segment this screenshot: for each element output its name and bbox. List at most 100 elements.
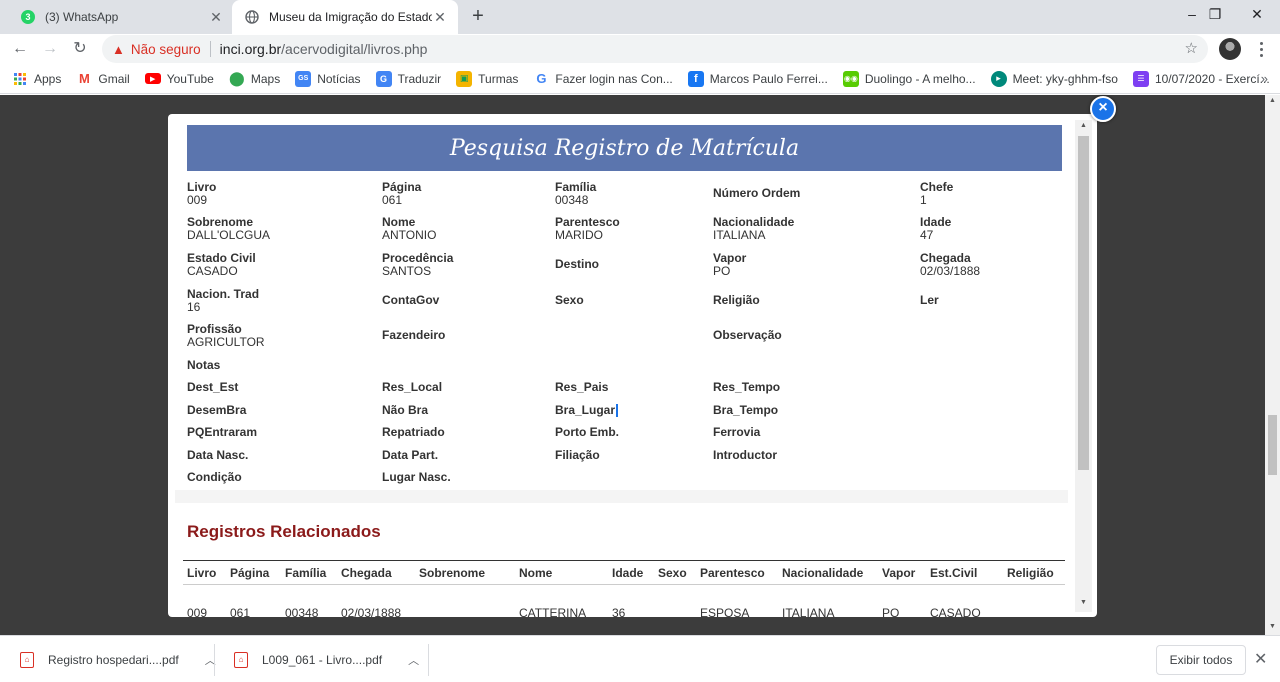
bookmark-duolingo[interactable]: ◉◉ Duolingo - A melho...: [842, 70, 976, 87]
bookmark-label: Maps: [250, 71, 281, 86]
duolingo-icon: ◉◉: [842, 70, 859, 87]
star-icon[interactable]: ☆: [1185, 39, 1198, 57]
profile-avatar[interactable]: [1219, 38, 1241, 60]
back-arrow-icon[interactable]: ←: [8, 37, 32, 61]
field-value: MARIDO: [555, 228, 603, 242]
bookmark-maps[interactable]: ⬤ Maps: [229, 70, 281, 87]
scroll-down-arrow-icon[interactable]: ▼: [1265, 623, 1280, 630]
field-label: Dest_Est: [187, 380, 239, 394]
field-label: Filiação: [555, 448, 600, 462]
field-label: PQEntraram: [187, 425, 258, 439]
column-header[interactable]: Sexo: [658, 566, 687, 580]
bookmark-label: Fazer login nas Con...: [555, 71, 673, 86]
apps-grid-icon: [12, 71, 28, 87]
field-label: ContaGov: [382, 293, 440, 307]
bookmark-label: Gmail: [98, 71, 130, 86]
table-cell: 36: [612, 606, 626, 617]
field-chefe: Chefe 1: [920, 181, 953, 207]
bookmark-youtube[interactable]: ▶ YouTube: [144, 71, 214, 86]
column-header[interactable]: Vapor: [882, 566, 915, 580]
menu-dots-icon[interactable]: [1254, 37, 1268, 61]
field-bra-tempo: Bra_Tempo: [713, 404, 778, 417]
modal-scrollbar[interactable]: ▲ ▼: [1075, 120, 1092, 612]
bookmark-traduzir[interactable]: G Traduzir: [375, 70, 441, 87]
chevron-up-icon[interactable]: ︿: [408, 652, 419, 668]
field-label: Res_Pais: [555, 380, 609, 394]
field-value: 02/03/1888: [920, 264, 981, 278]
column-header[interactable]: Idade: [612, 566, 643, 580]
field-label: Observação: [713, 328, 782, 342]
column-header[interactable]: Família: [285, 566, 326, 580]
column-header[interactable]: Livro: [187, 566, 216, 580]
field-label: Ler: [920, 293, 939, 307]
download-bar: ⌂ Registro hospedari....pdf ︿ ⌂ L009_061…: [0, 635, 1280, 682]
bookmark-gmail[interactable]: M Gmail: [76, 71, 130, 87]
classroom-icon: ▣: [456, 70, 473, 87]
bookmark-label: Duolingo - A melho...: [864, 71, 976, 86]
bookmark-facebook[interactable]: f Marcos Paulo Ferrei...: [687, 70, 828, 87]
window-close-button[interactable]: ✕: [1234, 0, 1280, 30]
column-header[interactable]: Sobrenome: [419, 566, 485, 580]
bookmark-login[interactable]: G Fazer login nas Con...: [533, 71, 672, 87]
field-chegada: Chegada 02/03/1888: [920, 252, 980, 278]
address-bar[interactable]: ▲ Não seguro inci.org.br/acervodigital/l…: [102, 35, 1208, 63]
scroll-up-arrow-icon[interactable]: ▲: [1075, 122, 1092, 129]
reload-icon[interactable]: ↻: [68, 37, 92, 61]
close-icon[interactable]: ✕: [1254, 649, 1267, 669]
forward-arrow-icon[interactable]: →: [38, 37, 62, 61]
maximize-button[interactable]: ❐: [1192, 0, 1238, 30]
close-icon[interactable]: ✕: [432, 9, 448, 25]
field-label: Res_Local: [382, 380, 443, 394]
table-cell: ITALIANA: [782, 606, 835, 617]
download-filename: Registro hospedari....pdf: [48, 652, 179, 667]
meet-icon: ▸: [990, 70, 1007, 87]
gmail-icon: M: [78, 71, 90, 86]
download-item[interactable]: ⌂ L009_061 - Livro....pdf ︿: [234, 636, 419, 682]
tab-strip: 3 (3) WhatsApp ✕ Museu da Imigração do E…: [0, 0, 1280, 34]
new-tab-button[interactable]: +: [466, 5, 490, 29]
field-p-gina: Página 061: [382, 181, 421, 207]
bookmark-forms[interactable]: ☰ 10/07/2020 - Exercí...: [1132, 70, 1270, 87]
field-label: DesemBra: [187, 403, 247, 417]
field-label: Condição: [187, 470, 242, 484]
bookmark-label: Meet: yky-ghhm-fso: [1012, 71, 1118, 86]
column-header[interactable]: Religião: [1007, 566, 1054, 580]
url-host: inci.org.br: [219, 41, 282, 57]
table-cell: ESPOSA: [700, 606, 750, 617]
field-label: Não Bra: [382, 403, 429, 417]
scroll-down-arrow-icon[interactable]: ▼: [1075, 599, 1092, 606]
field-value: ANTONIO: [382, 228, 437, 242]
field-label: Res_Tempo: [713, 380, 781, 394]
bookmark-noticias[interactable]: GS Notícias: [295, 70, 361, 87]
field-label: Número Ordem: [713, 186, 801, 200]
tab-whatsapp[interactable]: 3 (3) WhatsApp ✕: [8, 0, 234, 34]
scroll-up-arrow-icon[interactable]: ▲: [1265, 97, 1280, 104]
column-header[interactable]: Nome: [519, 566, 552, 580]
page-scrollbar[interactable]: ▲ ▼: [1265, 95, 1280, 635]
column-header[interactable]: Página: [230, 566, 269, 580]
field-value: ITALIANA: [713, 228, 766, 242]
bookmarks-more-icon[interactable]: »: [1261, 71, 1268, 86]
show-all-button[interactable]: Exibir todos: [1156, 645, 1246, 675]
bookmark-apps[interactable]: Apps: [12, 71, 61, 87]
modal-close-button[interactable]: ×: [1090, 96, 1116, 122]
bookmarks-bar: Apps M Gmail ▶ YouTube ⬤ Maps GS Notícias GT…: [0, 64, 1280, 94]
scrollbar-thumb[interactable]: [1078, 136, 1089, 470]
browser-toolbar: ← → ↻ ▲ Não seguro inci.org.br/acervodig…: [0, 34, 1280, 64]
bookmark-label: YouTube: [166, 71, 214, 86]
column-header[interactable]: Parentesco: [700, 566, 765, 580]
download-item[interactable]: ⌂ Registro hospedari....pdf ︿: [20, 636, 216, 682]
pdf-icon: ⌂: [234, 651, 248, 668]
bookmark-meet[interactable]: ▸ Meet: yky-ghhm-fso: [990, 70, 1118, 87]
scrollbar-thumb[interactable]: [1268, 415, 1277, 475]
field-value: PO: [713, 264, 731, 278]
tab-museu[interactable]: Museu da Imigração do Estado de São Paul…: [232, 0, 458, 34]
security-indicator[interactable]: Não seguro: [131, 42, 201, 57]
field-value: 1: [920, 193, 927, 207]
forms-icon: ☰: [1132, 70, 1149, 87]
column-header[interactable]: Est.Civil: [930, 566, 977, 580]
bookmark-turmas[interactable]: ▣ Turmas: [456, 70, 518, 87]
column-header[interactable]: Chegada: [341, 566, 392, 580]
close-icon[interactable]: ✕: [208, 9, 224, 25]
column-header[interactable]: Nacionalidade: [782, 566, 863, 580]
